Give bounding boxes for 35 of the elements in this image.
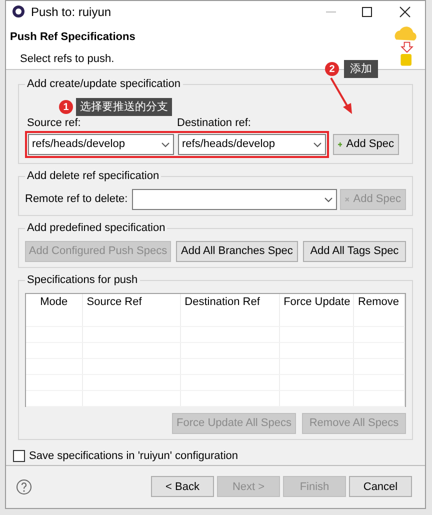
- column-header[interactable]: Mode: [26, 294, 83, 312]
- group-label: Add delete ref specification: [25, 168, 162, 184]
- chevron-icon: [324, 196, 333, 203]
- column-header[interactable]: Source Ref: [82, 294, 181, 312]
- window-title: Push to: ruiyun: [31, 4, 112, 21]
- close-icon[interactable]: [399, 6, 411, 18]
- button[interactable]: Add All Branches Spec: [176, 241, 298, 262]
- chevron-icon: [313, 142, 322, 148]
- annotation-tooltip: 添加: [344, 60, 378, 78]
- group-label: Add create/update specification: [25, 76, 182, 92]
- column-header[interactable]: Force Update: [280, 294, 354, 312]
- remote-ref-label: Remote ref to delete:: [25, 192, 129, 208]
- maximize-icon[interactable]: [361, 6, 373, 18]
- app-icon: [12, 5, 25, 18]
- checkbox-label: Save specifications in 'ruiyun' configuration: [29, 449, 238, 464]
- checkbox[interactable]: [13, 450, 25, 462]
- chevron-icon: [161, 142, 170, 148]
- annotation-tooltip: 选择要推送的分支: [76, 98, 172, 116]
- column-header[interactable]: Destination Ref: [180, 294, 280, 312]
- combo-box[interactable]: refs/heads/develop: [178, 134, 326, 156]
- combo-box[interactable]: [132, 189, 337, 210]
- page-description: Select refs to push.: [20, 52, 116, 68]
- group-label: Specifications for push: [25, 272, 140, 288]
- button[interactable]: Add Spec: [333, 134, 399, 156]
- help-icon[interactable]: [16, 478, 32, 495]
- step-badge: 1: [59, 100, 73, 114]
- page-title: Push Ref Specifications: [10, 30, 136, 45]
- button[interactable]: Add All Tags Spec: [302, 241, 406, 262]
- button[interactable]: < Back: [151, 476, 214, 498]
- source-label: Source ref:: [26, 116, 82, 130]
- button[interactable]: Cancel: [349, 476, 412, 498]
- group-label: Add predefined specification: [25, 220, 168, 236]
- destination-label: Destination ref:: [177, 116, 251, 130]
- column-header[interactable]: Remove: [354, 294, 405, 312]
- combo-box[interactable]: refs/heads/develop: [28, 134, 174, 156]
